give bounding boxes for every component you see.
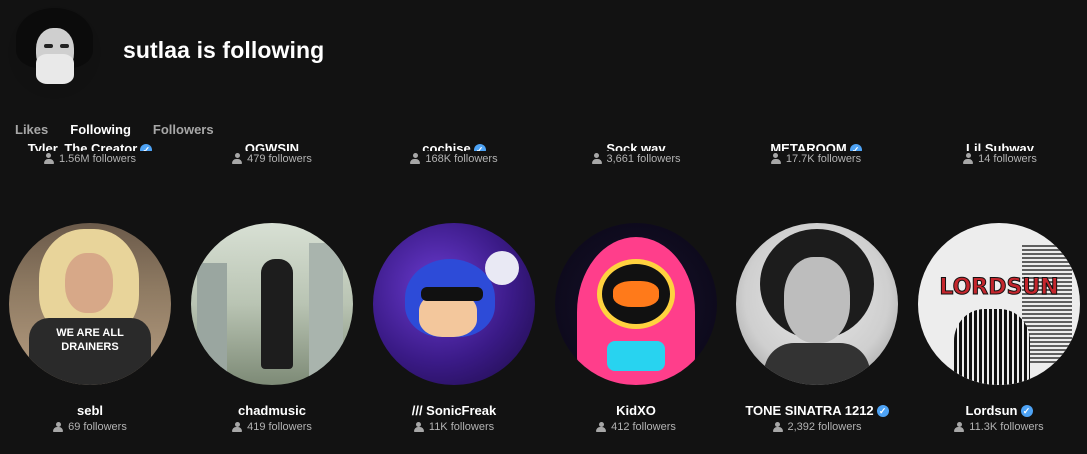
tab-followers[interactable]: Followers	[153, 122, 214, 137]
person-icon	[43, 153, 54, 164]
person-icon	[770, 153, 781, 164]
following-card[interactable]: OGWSIN 479 followers	[182, 139, 362, 169]
user-name: Tyler, The Creator	[27, 141, 138, 151]
following-card[interactable]: chadmusic 419 followers	[182, 223, 362, 438]
following-card[interactable]: WE ARE ALL DRAINERS sebl 69 followers	[0, 223, 180, 438]
user-name: KidXO	[616, 403, 656, 418]
follower-count: 14 followers	[963, 153, 1037, 165]
tab-likes[interactable]: Likes	[15, 122, 48, 137]
follower-count: 2,392 followers	[772, 421, 862, 433]
person-icon	[232, 153, 243, 164]
avatar[interactable]	[373, 223, 535, 385]
tab-following[interactable]: Following	[70, 122, 131, 137]
follower-count: 479 followers	[232, 153, 312, 165]
person-icon	[954, 421, 965, 433]
follower-count: 3,661 followers	[591, 153, 681, 165]
avatar[interactable]	[555, 223, 717, 385]
user-name: cochise	[422, 141, 471, 151]
verified-icon: ✓	[140, 143, 153, 151]
following-card[interactable]: TONE SINATRA 1212 ✓ 2,392 followers	[727, 223, 907, 438]
user-name: Lil Subway	[966, 141, 1034, 151]
person-icon	[596, 421, 607, 433]
person-icon	[591, 153, 602, 164]
user-name: sebl	[76, 403, 103, 418]
follower-count: 17.7K followers	[770, 153, 861, 165]
user-name: TONE SINATRA 1212	[745, 403, 874, 418]
follower-count: 168K followers	[410, 153, 498, 165]
avatar[interactable]: LORDSUN	[918, 223, 1080, 385]
person-icon	[963, 153, 974, 164]
avatar[interactable]	[191, 223, 353, 385]
profile-header: sutlaa is following Likes Following Foll…	[0, 0, 1087, 150]
follower-count: 69 followers	[53, 421, 127, 433]
profile-avatar[interactable]	[8, 6, 101, 99]
user-name: Sock.wav	[606, 141, 666, 151]
follower-count: 11.3K followers	[954, 421, 1044, 433]
profile-tabs: Likes Following Followers	[15, 122, 236, 137]
verified-icon: ✓	[849, 143, 862, 151]
person-icon	[410, 153, 421, 164]
avatar[interactable]	[736, 223, 898, 385]
user-name: OGWSIN	[244, 141, 300, 151]
user-name: chadmusic	[238, 403, 306, 418]
following-row-partial: Tyler, The Creator ✓ 1.56M followers OGWS…	[0, 139, 1087, 179]
following-card[interactable]: Lil Subway 14 followers	[910, 139, 1087, 169]
following-card[interactable]: METAROOM ✓ 17.7K followers	[726, 139, 906, 169]
user-name: Lordsun	[965, 403, 1018, 418]
user-name: METAROOM	[770, 141, 847, 151]
follower-count: 419 followers	[232, 421, 312, 433]
person-icon	[53, 421, 64, 433]
person-icon	[413, 421, 424, 433]
page-title: sutlaa is following	[123, 37, 325, 63]
verified-icon: ✓	[876, 404, 889, 417]
verified-icon: ✓	[473, 143, 486, 151]
person-icon	[772, 421, 783, 433]
shirt-print: WE ARE ALL DRAINERS	[29, 318, 151, 385]
follower-count: 1.56M followers	[43, 153, 136, 165]
follower-count: 11K followers	[413, 421, 494, 433]
following-card[interactable]: cochise ✓ 168K followers	[364, 139, 544, 169]
following-card[interactable]: KidXO 412 followers	[546, 223, 726, 438]
following-card[interactable]: Sock.wav 3,661 followers	[546, 139, 726, 169]
following-card[interactable]: Tyler, The Creator ✓ 1.56M followers	[0, 139, 180, 169]
avatar[interactable]: WE ARE ALL DRAINERS	[9, 223, 171, 385]
follower-count: 412 followers	[596, 421, 676, 433]
following-card[interactable]: /// SonicFreak 11K followers	[364, 223, 544, 438]
verified-icon: ✓	[1020, 404, 1033, 417]
following-card[interactable]: LORDSUN Lordsun ✓ 11.3K followers	[909, 223, 1087, 438]
user-name: /// SonicFreak	[411, 403, 497, 418]
avatar-logo-text: LORDSUN	[939, 275, 1059, 301]
person-icon	[232, 421, 243, 433]
